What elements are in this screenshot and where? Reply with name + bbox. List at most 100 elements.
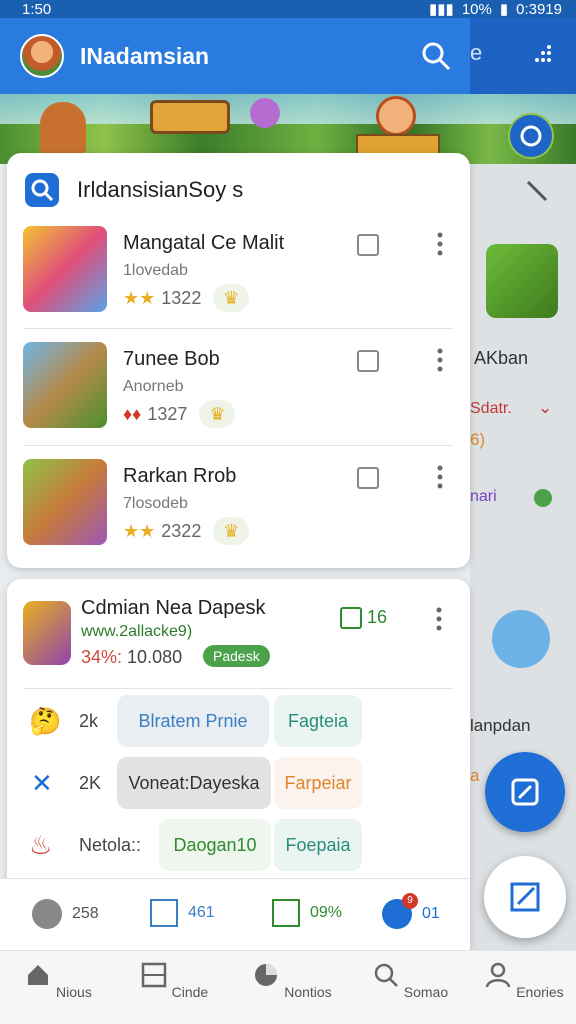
divider	[23, 328, 453, 329]
settings-icon	[32, 899, 62, 929]
item-title: 7unee Bob	[123, 348, 220, 370]
status-icons: ▮▮▮ 10% ▮ 0:3919	[429, 0, 562, 19]
tag-row-label: Netola::	[79, 834, 142, 855]
app-bar: INadamsian	[0, 18, 470, 94]
crown-icon: ♛	[213, 284, 250, 312]
tag-chip[interactable]: Farpeiar	[274, 757, 362, 809]
side-label-fragment: a	[470, 766, 480, 785]
item-title: Rarkan Rrob	[123, 465, 237, 487]
nav-label: Nious	[56, 984, 92, 1000]
stats-percent: 34%:	[81, 647, 123, 667]
nav-item-search[interactable]: Somao	[360, 961, 460, 1000]
detail-stats: 34%: 10.080	[81, 647, 182, 668]
chart-icon	[150, 899, 178, 927]
item-title: Mangatal Ce Malit	[123, 232, 285, 254]
footer-value: 01	[422, 905, 440, 922]
grid-icon	[141, 962, 166, 988]
search-results-card: IrldansisianSoy s Mangatal Ce Malit 1lov…	[7, 153, 470, 568]
item-stats: ♦♦ 1327 ♛	[123, 400, 236, 428]
crown-icon: ♛	[213, 517, 250, 545]
status-dot-icon	[534, 489, 552, 507]
footer-item[interactable]: 258	[32, 899, 99, 929]
status-bar: 1:50 ▮▮▮ 10% ▮ 0:3919	[0, 0, 576, 18]
tag-chip[interactable]: Voneat:Dayeska	[117, 757, 271, 809]
more-options-icon[interactable]	[437, 232, 443, 256]
stats-number: 10.080	[127, 647, 183, 667]
search-icon[interactable]	[420, 40, 452, 72]
flame-icon: ♦♦	[123, 403, 142, 424]
tag-chip[interactable]: Foepaia	[274, 819, 362, 871]
edit-icon[interactable]	[357, 234, 379, 256]
battery-icon: ▮	[499, 1, 509, 18]
stars-icon: ★★	[123, 287, 156, 308]
item-count: 2322	[161, 520, 202, 541]
edit-icon[interactable]	[357, 350, 379, 372]
side-game-thumbnail[interactable]	[486, 244, 558, 318]
battery-text: 10%	[461, 0, 492, 18]
list-item[interactable]: Mangatal Ce Malit 1lovedab ★★ 1322 ♛	[23, 226, 453, 322]
nav-item-home[interactable]: Nious	[8, 961, 108, 1000]
more-grid-icon[interactable]	[535, 44, 553, 66]
item-count: 1327	[147, 403, 188, 424]
stars-icon: ★★	[123, 520, 156, 541]
item-count: 1322	[161, 287, 202, 308]
banner-character	[250, 98, 280, 128]
item-stats: ★★ 2322 ♛	[123, 517, 250, 545]
divider	[23, 445, 453, 446]
edit-fab-button[interactable]	[485, 752, 565, 832]
clock-right: 0:3919	[516, 0, 562, 18]
compose-fab-button[interactable]	[484, 856, 566, 938]
tag-chip[interactable]: Blratem Prnie	[117, 695, 269, 747]
profile-icon	[486, 962, 511, 988]
chevron-down-icon[interactable]: ⌄	[538, 398, 552, 418]
game-thumbnail	[23, 226, 107, 312]
search-icon	[25, 173, 59, 207]
item-stats: ★★ 1322 ♛	[123, 284, 250, 312]
side-label: lanpdan	[470, 716, 531, 735]
side-label: Sdatr.	[470, 400, 512, 417]
list-item[interactable]: 7unee Bob Anorneb ♦♦ 1327 ♛	[23, 342, 453, 438]
nav-item-profile[interactable]: Enories	[474, 961, 574, 1000]
detail-url[interactable]: www.2allacke9)	[81, 623, 192, 641]
item-subtitle: Anorneb	[123, 378, 184, 395]
compose-icon	[510, 882, 540, 912]
side-avatar[interactable]	[492, 610, 550, 668]
footer-item[interactable]: 461	[150, 899, 215, 927]
notification-badge: 9	[402, 893, 418, 909]
tag-row: ♨ Netola:: Daogan10 Foepaia	[23, 817, 453, 873]
tools-icon: ✕	[31, 767, 53, 798]
status-time: 1:50	[22, 0, 52, 18]
flame-icon: ♨	[29, 829, 53, 860]
edit-icon[interactable]	[357, 467, 379, 489]
pie-icon	[255, 964, 278, 986]
game-thumbnail	[23, 459, 107, 545]
check-box-icon	[272, 899, 300, 927]
more-options-icon[interactable]	[436, 607, 442, 631]
nav-item-monitor[interactable]: Nontios	[242, 961, 342, 1000]
tag-chip[interactable]: Fagteia	[274, 695, 362, 747]
item-subtitle: 1lovedab	[123, 262, 188, 279]
signal-icon: ▮▮▮	[429, 1, 454, 18]
footer-item[interactable]: 09%	[272, 899, 342, 927]
sync-icon	[520, 125, 542, 147]
card-header: IrldansisianSoy s	[25, 173, 243, 207]
wrench-icon[interactable]	[524, 178, 550, 204]
nav-label: Cinde	[171, 984, 209, 1000]
nav-label: Somao	[403, 984, 449, 1000]
nav-item-circle[interactable]: Cinde	[124, 961, 224, 1000]
game-thumbnail[interactable]	[23, 601, 71, 665]
more-options-icon[interactable]	[437, 348, 443, 372]
footer-item[interactable]: 9 01	[382, 893, 440, 929]
side-label: nari	[470, 488, 497, 505]
nav-label: Enories	[516, 984, 564, 1000]
list-item[interactable]: Rarkan Rrob 7losodeb ★★ 2322 ♛	[23, 459, 453, 555]
footer-stats: 258 461 09% 9 01	[0, 878, 470, 950]
banner-sky	[0, 94, 576, 124]
tag-row-label: 2k	[79, 710, 99, 731]
sync-button[interactable]	[508, 113, 554, 159]
tag-chip[interactable]: Daogan10	[159, 819, 271, 871]
edit-icon[interactable]	[340, 607, 362, 629]
more-options-icon[interactable]	[437, 465, 443, 489]
app-avatar[interactable]	[20, 34, 64, 78]
status-badge: Padesk	[203, 645, 270, 667]
